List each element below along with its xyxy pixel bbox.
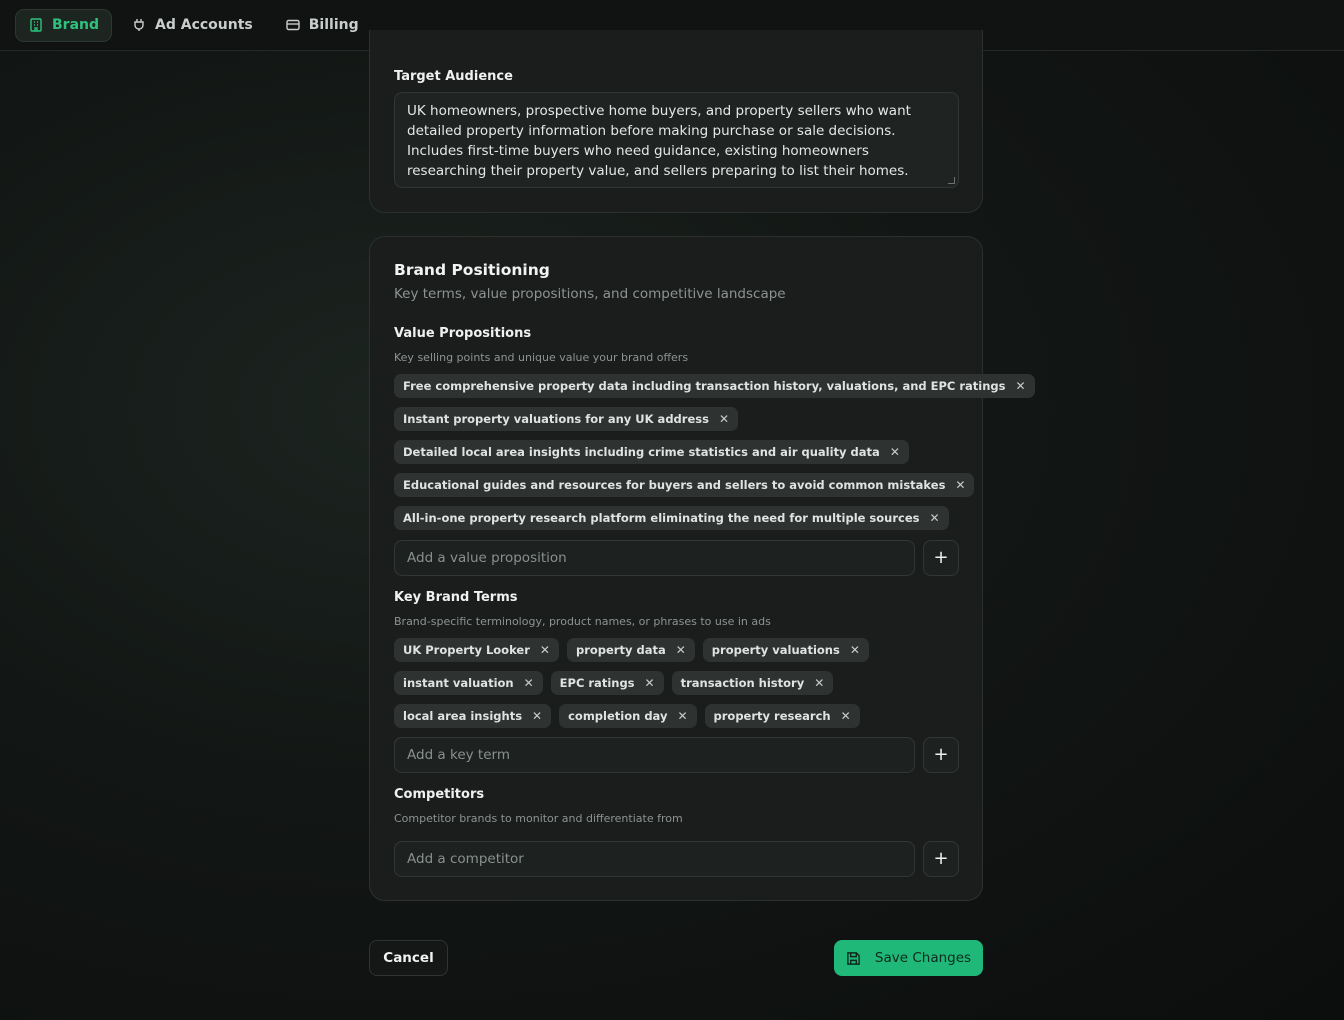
- value-proposition-input[interactable]: [394, 540, 915, 576]
- remove-icon[interactable]: ✕: [540, 643, 550, 657]
- value-proposition-chip: All-in-one property research platform el…: [394, 506, 949, 530]
- competitors-help: Competitor brands to monitor and differe…: [394, 812, 683, 825]
- remove-icon[interactable]: ✕: [850, 643, 860, 657]
- save-label: Save Changes: [874, 950, 972, 966]
- competitor-add-row: +: [394, 841, 959, 877]
- save-changes-button[interactable]: Save Changes: [834, 940, 983, 976]
- value-proposition-chip-text: Educational guides and resources for buy…: [403, 478, 946, 492]
- value-proposition-chip-text: Free comprehensive property data includi…: [403, 379, 1006, 393]
- value-propositions-label: Value Propositions: [394, 326, 532, 341]
- value-proposition-chip: Detailed local area insights including c…: [394, 440, 909, 464]
- remove-icon[interactable]: ✕: [814, 676, 824, 690]
- tab-label: Billing: [308, 17, 359, 33]
- key-term-chip: property data ✕: [566, 638, 695, 662]
- add-value-proposition-button[interactable]: +: [923, 540, 959, 576]
- key-term-chip: local area insights ✕: [394, 704, 552, 728]
- tab-billing[interactable]: Billing: [272, 9, 372, 42]
- key-terms-help: Brand-specific terminology, product name…: [394, 615, 771, 628]
- key-term-chip: transaction history ✕: [671, 671, 834, 695]
- key-term-chip: completion day ✕: [559, 704, 697, 728]
- key-term-add-row: +: [394, 737, 959, 773]
- key-term-chip: EPC ratings ✕: [550, 671, 664, 695]
- section-title: Brand Positioning: [394, 261, 550, 279]
- key-term-chip-text: EPC ratings: [559, 676, 635, 690]
- key-term-chip: UK Property Looker ✕: [394, 638, 559, 662]
- key-term-chip-text: transaction history: [680, 676, 805, 690]
- remove-icon[interactable]: ✕: [645, 676, 655, 690]
- key-term-chip-text: UK Property Looker: [403, 643, 530, 657]
- key-term-input[interactable]: [394, 737, 915, 773]
- key-term-chip: property research ✕: [704, 704, 860, 728]
- remove-icon[interactable]: ✕: [1016, 379, 1026, 393]
- tab-label: Ad Accounts: [155, 17, 253, 33]
- building-icon: [30, 18, 42, 32]
- key-term-chip-text: property data: [575, 643, 666, 657]
- plus-icon: +: [933, 848, 949, 869]
- cancel-button[interactable]: Cancel: [369, 940, 448, 976]
- tab-ad-accounts[interactable]: Ad Accounts: [118, 9, 266, 42]
- add-competitor-button[interactable]: +: [923, 841, 959, 877]
- brand-positioning-card: Brand Positioning Key terms, value propo…: [369, 236, 1035, 901]
- cancel-label: Cancel: [383, 950, 434, 966]
- remove-icon[interactable]: ✕: [841, 709, 851, 723]
- target-audience-label: Target Audience: [394, 69, 513, 84]
- plus-icon: +: [933, 547, 949, 568]
- key-term-chip-text: instant valuation: [403, 676, 514, 690]
- brand-details-card: Target Audience UK homeowners, prospecti…: [369, 30, 983, 213]
- key-term-chip: instant valuation ✕: [394, 671, 543, 695]
- target-audience-text: UK homeowners, prospective home buyers, …: [407, 103, 911, 179]
- credit-card-icon: [286, 19, 300, 31]
- add-key-term-button[interactable]: +: [923, 737, 959, 773]
- value-propositions-help: Key selling points and unique value your…: [394, 351, 689, 364]
- remove-icon[interactable]: ✕: [677, 709, 687, 723]
- remove-icon[interactable]: ✕: [524, 676, 534, 690]
- value-proposition-chip: Free comprehensive property data includi…: [394, 374, 1035, 398]
- value-proposition-chip-text: Detailed local area insights including c…: [403, 445, 880, 459]
- resize-handle[interactable]: [948, 177, 955, 184]
- remove-icon[interactable]: ✕: [719, 412, 729, 426]
- section-subtitle: Key terms, value propositions, and compe…: [394, 286, 786, 302]
- key-term-chip: property valuations ✕: [702, 638, 869, 662]
- competitors-label: Competitors: [394, 787, 485, 802]
- remove-icon[interactable]: ✕: [930, 511, 940, 525]
- value-proposition-chip-text: All-in-one property research platform el…: [403, 511, 920, 525]
- target-audience-textarea[interactable]: UK homeowners, prospective home buyers, …: [394, 92, 959, 188]
- key-terms-label: Key Brand Terms: [394, 590, 518, 605]
- plus-icon: +: [933, 744, 949, 765]
- key-term-chip-text: property valuations: [711, 643, 840, 657]
- value-proposition-add-row: +: [394, 540, 959, 576]
- remove-icon[interactable]: ✕: [676, 643, 686, 657]
- value-propositions-list: Free comprehensive property data includi…: [394, 374, 1035, 530]
- value-proposition-chip: Instant property valuations for any UK a…: [394, 407, 739, 431]
- plug-icon: [134, 19, 144, 31]
- remove-icon[interactable]: ✕: [955, 478, 965, 492]
- tab-label: Brand: [52, 17, 100, 33]
- key-term-chip-text: completion day: [568, 709, 668, 723]
- key-term-chip-text: local area insights: [403, 709, 523, 723]
- value-proposition-chip-text: Instant property valuations for any UK a…: [403, 412, 709, 426]
- tab-brand[interactable]: Brand: [15, 8, 113, 42]
- value-proposition-chip: Educational guides and resources for buy…: [394, 473, 975, 497]
- key-term-chip-text: property research: [713, 709, 831, 723]
- remove-icon[interactable]: ✕: [890, 445, 900, 459]
- save-icon: [847, 951, 860, 965]
- competitor-input[interactable]: [394, 841, 915, 877]
- remove-icon[interactable]: ✕: [532, 709, 542, 723]
